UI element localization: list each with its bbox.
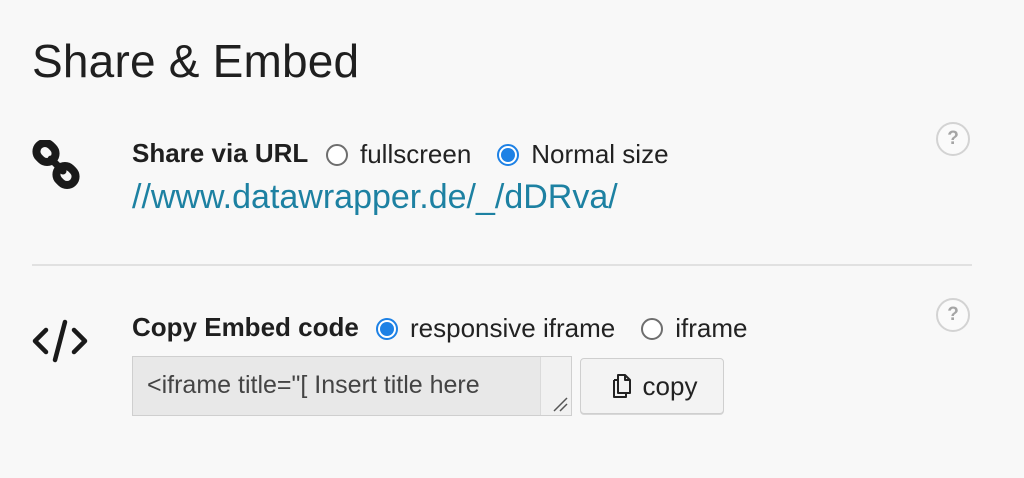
radio-fullscreen-label[interactable]: fullscreen — [360, 139, 471, 170]
link-icon — [32, 138, 82, 195]
embed-type-options: responsive iframe iframe — [376, 313, 773, 344]
embed-code-text: <iframe title="[ Insert title here — [147, 371, 480, 399]
radio-responsive-iframe-label[interactable]: responsive iframe — [410, 313, 615, 344]
share-help-button[interactable]: ? — [936, 122, 970, 156]
section-divider — [32, 264, 972, 266]
radio-normal-size[interactable] — [497, 143, 520, 166]
radio-iframe-label[interactable]: iframe — [675, 313, 747, 344]
copy-button-label: copy — [642, 370, 698, 401]
copy-embed-code-label: Copy Embed code — [132, 312, 359, 342]
radio-responsive-iframe[interactable] — [376, 317, 398, 340]
share-via-url-label: Share via URL — [132, 138, 309, 168]
radio-normal-size-label[interactable]: Normal size — [531, 139, 668, 170]
page-title: Share & Embed — [32, 35, 360, 87]
resize-handle-icon[interactable] — [551, 395, 569, 413]
radio-iframe[interactable] — [641, 317, 664, 340]
copy-button[interactable]: copy — [580, 358, 724, 414]
code-icon — [32, 318, 88, 369]
radio-fullscreen[interactable] — [326, 143, 348, 166]
copy-icon — [612, 374, 631, 398]
share-url-link[interactable]: //www.datawrapper.de/_/dDRva/ — [132, 178, 618, 217]
embed-help-button[interactable]: ? — [936, 298, 970, 332]
embed-code-textarea[interactable]: <iframe title="[ Insert title here — [132, 356, 572, 416]
share-size-options: fullscreen Normal size — [326, 139, 695, 170]
